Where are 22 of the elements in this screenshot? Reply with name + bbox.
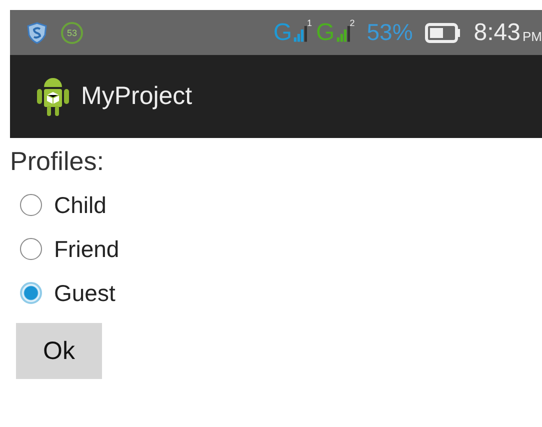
- ok-button[interactable]: Ok: [16, 323, 102, 379]
- option-label: Guest: [54, 280, 116, 306]
- clock-period: PM: [522, 29, 542, 44]
- sim-number: 1: [307, 18, 312, 28]
- counter-badge: 53: [61, 22, 83, 44]
- clock-time: 8:43: [474, 18, 520, 46]
- radio-button[interactable]: [20, 238, 42, 260]
- battery-percent: 53%: [366, 19, 413, 46]
- radio-option[interactable]: Child: [20, 189, 106, 221]
- radio-button[interactable]: [20, 194, 42, 216]
- radio-option[interactable]: Friend: [20, 233, 120, 265]
- profiles-label: Profiles:: [10, 146, 104, 177]
- shield-icon: [27, 22, 47, 44]
- network-type: G: [316, 18, 335, 46]
- sim-number: 2: [350, 18, 355, 28]
- radio-button[interactable]: [20, 282, 42, 304]
- battery-icon: [424, 22, 461, 42]
- option-label: Friend: [54, 236, 120, 262]
- radio-option[interactable]: Guest: [20, 277, 116, 309]
- option-label: Child: [54, 192, 106, 218]
- network-type: G: [273, 18, 292, 46]
- app-title: MyProject: [81, 82, 192, 111]
